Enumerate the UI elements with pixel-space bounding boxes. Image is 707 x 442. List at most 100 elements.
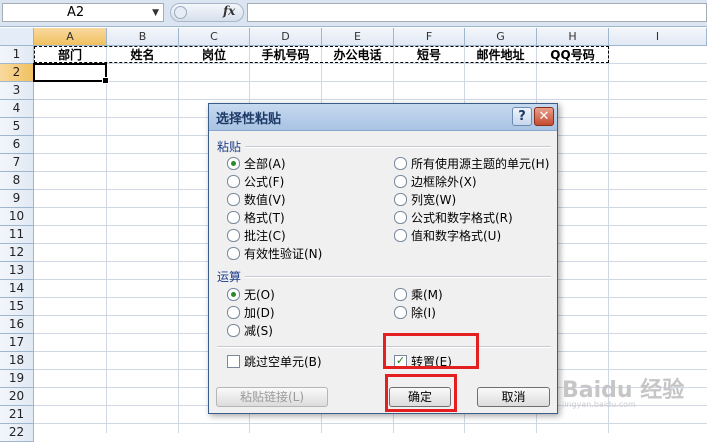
insert-function-control[interactable]: fx <box>170 3 244 22</box>
column-header-g[interactable]: G <box>465 28 537 46</box>
option-label: 所有使用源主题的单元(H) <box>411 157 550 171</box>
checkbox-icon <box>227 355 240 368</box>
row-header-10[interactable]: 10 <box>0 208 34 226</box>
baidu-jingyan-watermark: Baidu 经验 jingyan.baidu.com <box>562 372 702 412</box>
help-icon[interactable]: ? <box>512 107 532 126</box>
radio-selected-icon <box>227 157 240 170</box>
option-label: 数值(V) <box>244 193 286 207</box>
option-label: 值和数字格式(U) <box>411 229 502 243</box>
skip-blanks-checkbox[interactable]: 跳过空单元(B) <box>227 354 322 370</box>
chevron-down-icon[interactable]: ▼ <box>152 8 159 18</box>
paste-option-formulas-number-formats[interactable]: 公式和数字格式(R) <box>394 210 513 226</box>
row-header-14[interactable]: 14 <box>0 280 34 298</box>
column-header-e[interactable]: E <box>322 28 394 46</box>
paste-option-comments[interactable]: 批注(C) <box>227 228 286 244</box>
paste-option-no-borders[interactable]: 边框除外(X) <box>394 174 477 190</box>
column-header-i[interactable]: I <box>609 28 707 46</box>
fx-icon[interactable]: fx <box>223 4 235 18</box>
select-all-corner[interactable] <box>0 28 34 46</box>
option-label: 有效性验证(N) <box>244 247 323 261</box>
row-header-15[interactable]: 15 <box>0 298 34 316</box>
radio-icon <box>227 193 240 206</box>
row-header-11[interactable]: 11 <box>0 226 34 244</box>
cancel-button[interactable]: 取消 <box>477 387 550 407</box>
row-header-16[interactable]: 16 <box>0 316 34 334</box>
option-label: 公式(F) <box>244 175 285 189</box>
row-header-13[interactable]: 13 <box>0 262 34 280</box>
operation-option-subtract[interactable]: 减(S) <box>227 323 273 339</box>
operation-group-label: 运算 <box>217 270 242 284</box>
row-header-17[interactable]: 17 <box>0 334 34 352</box>
row-header-9[interactable]: 9 <box>0 190 34 208</box>
option-label: 除(I) <box>411 306 436 320</box>
radio-icon <box>227 229 240 242</box>
option-label: 全部(A) <box>244 157 286 171</box>
radio-icon <box>394 306 407 319</box>
name-box[interactable]: A2 ▼ <box>2 3 164 22</box>
row-header-3[interactable]: 3 <box>0 82 34 100</box>
paste-option-column-widths[interactable]: 列宽(W) <box>394 192 456 208</box>
row-header-5[interactable]: 5 <box>0 118 34 136</box>
row-header-21[interactable]: 21 <box>0 406 34 424</box>
row-header-12[interactable]: 12 <box>0 244 34 262</box>
paste-option-formats[interactable]: 格式(T) <box>227 210 285 226</box>
option-label: 加(D) <box>244 306 275 320</box>
radio-icon <box>394 157 407 170</box>
column-header-h[interactable]: H <box>537 28 609 46</box>
paste-special-dialog: 选择性粘贴 ? ✕ 粘贴 全部(A) 公式(F) 数值(V) 格式(T) 批注(… <box>208 103 558 414</box>
row-header-8[interactable]: 8 <box>0 172 34 190</box>
dialog-title: 选择性粘贴 <box>216 112 282 127</box>
option-label: 减(S) <box>244 324 273 338</box>
paste-option-values[interactable]: 数值(V) <box>227 192 286 208</box>
paste-option-values-number-formats[interactable]: 值和数字格式(U) <box>394 228 501 244</box>
option-label: 无(O) <box>244 288 275 302</box>
radio-icon <box>394 288 407 301</box>
paste-group-label: 粘贴 <box>217 140 242 154</box>
paste-option-source-theme[interactable]: 所有使用源主题的单元(H) <box>394 156 549 172</box>
option-label: 格式(T) <box>244 211 285 225</box>
resize-handle-icon[interactable] <box>174 6 187 19</box>
operation-option-none[interactable]: 无(O) <box>227 287 275 303</box>
column-header-f[interactable]: F <box>394 28 465 46</box>
paste-option-validation[interactable]: 有效性验证(N) <box>227 246 322 262</box>
radio-icon <box>394 193 407 206</box>
active-cell-a2[interactable] <box>33 63 109 84</box>
row-header-6[interactable]: 6 <box>0 136 34 154</box>
row-header-18[interactable]: 18 <box>0 352 34 370</box>
column-header-d[interactable]: D <box>250 28 322 46</box>
column-header-b[interactable]: B <box>107 28 179 46</box>
row-header-2[interactable]: 2 <box>0 64 34 82</box>
gridline <box>34 81 707 82</box>
operation-group-divider <box>245 276 551 278</box>
transpose-highlight-box <box>383 333 479 369</box>
option-label: 批注(C) <box>244 229 286 243</box>
paste-option-all[interactable]: 全部(A) <box>227 156 286 172</box>
operation-option-divide[interactable]: 除(I) <box>394 305 436 321</box>
paste-group-divider <box>245 146 551 148</box>
operation-option-add[interactable]: 加(D) <box>227 305 275 321</box>
radio-icon <box>227 211 240 224</box>
row-header-7[interactable]: 7 <box>0 154 34 172</box>
formula-input[interactable] <box>247 3 707 22</box>
name-box-value: A2 <box>67 5 85 20</box>
option-label: 跳过空单元(B) <box>244 355 322 369</box>
row-header-22[interactable]: 22 <box>0 424 34 442</box>
formula-bar: A2 ▼ fx <box>0 0 707 27</box>
radio-icon <box>394 229 407 242</box>
gridline <box>34 423 707 424</box>
operation-option-multiply[interactable]: 乘(M) <box>394 287 443 303</box>
row-header-20[interactable]: 20 <box>0 388 34 406</box>
row-header-4[interactable]: 4 <box>0 100 34 118</box>
close-icon[interactable]: ✕ <box>534 107 554 126</box>
radio-icon <box>227 324 240 337</box>
row-header-19[interactable]: 19 <box>0 370 34 388</box>
column-header-c[interactable]: C <box>179 28 250 46</box>
column-header-a[interactable]: A <box>34 28 107 46</box>
option-label: 公式和数字格式(R) <box>411 211 513 225</box>
dialog-titlebar[interactable]: 选择性粘贴 ? ✕ <box>209 104 557 131</box>
row-header-1[interactable]: 1 <box>0 46 34 64</box>
watermark-url: jingyan.baidu.com <box>562 400 636 409</box>
paste-option-formulas[interactable]: 公式(F) <box>227 174 284 190</box>
radio-icon <box>394 175 407 188</box>
paste-link-button[interactable]: 粘贴链接(L) <box>216 387 328 407</box>
